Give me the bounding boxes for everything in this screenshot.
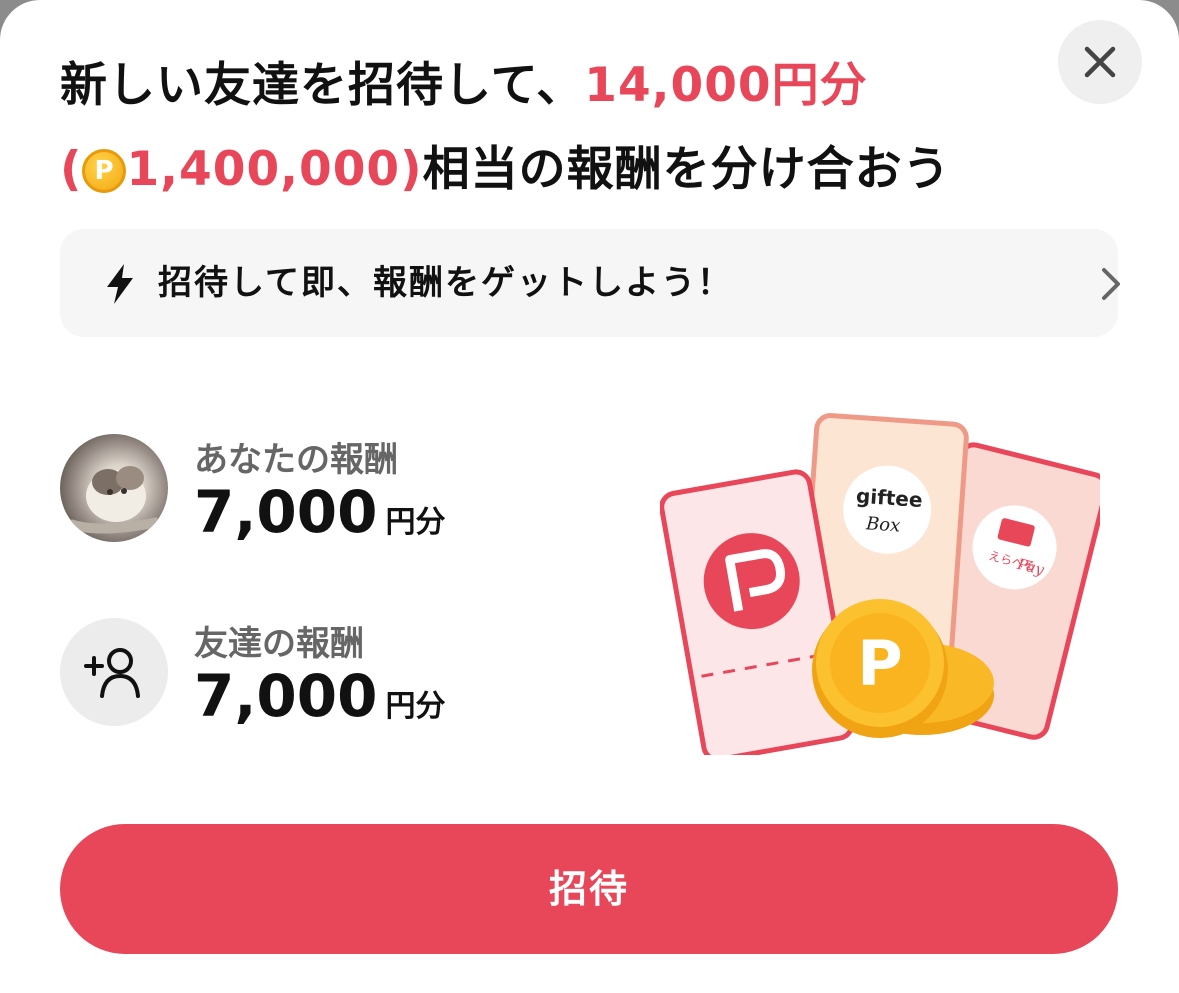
friend-reward-value: 7,000 [194, 662, 378, 730]
close-button[interactable] [1058, 20, 1142, 104]
your-reward-value: 7,000 [194, 478, 378, 546]
banner-text: 招待して即、報酬をゲットしよう！ [158, 263, 733, 303]
title-paren-open: ( [60, 142, 83, 197]
avatar [60, 434, 168, 542]
invite-info-banner[interactable]: 招待して即、報酬をゲットしよう！ [60, 229, 1120, 337]
title-text: 新しい友達を招待して、 [60, 58, 585, 113]
title-highlight-amount: 14,000円分 [584, 58, 868, 113]
add-friend-icon [84, 648, 140, 698]
giftee-label: giftee [855, 484, 923, 513]
your-reward-amount: 7,000 円分 [194, 478, 445, 546]
your-reward-unit: 円分 [385, 505, 446, 540]
lightning-bolt-icon [107, 264, 133, 304]
friend-reward-amount: 7,000 円分 [194, 662, 445, 730]
friend-reward-unit: 円分 [385, 689, 446, 724]
cat-photo [68, 466, 160, 534]
invite-button[interactable]: 招待 [60, 824, 1118, 954]
page-title: 新しい友達を招待して、14,000円分 (P 1,400,000)相当の報酬を分け… [60, 44, 1050, 212]
friend-avatar [60, 618, 168, 726]
coin-letter: P [857, 627, 902, 700]
friend-reward-label: 友達の報酬 [194, 624, 364, 664]
box-label: Box [864, 513, 901, 536]
title-points-amount: 1,400,000) [126, 142, 423, 197]
chevron-right-icon [1102, 268, 1120, 300]
invite-sheet: 新しい友達を招待して、14,000円分 (P 1,400,000)相当の報酬を分け… [0, 0, 1179, 993]
point-coin-icon: P [82, 149, 127, 193]
close-icon [1084, 46, 1116, 78]
your-reward-label: あなたの報酬 [194, 440, 398, 480]
reward-illustration: えらべる Pay giftee Box P [660, 413, 1100, 755]
title-suffix: 相当の報酬を分け合おう [422, 142, 951, 197]
